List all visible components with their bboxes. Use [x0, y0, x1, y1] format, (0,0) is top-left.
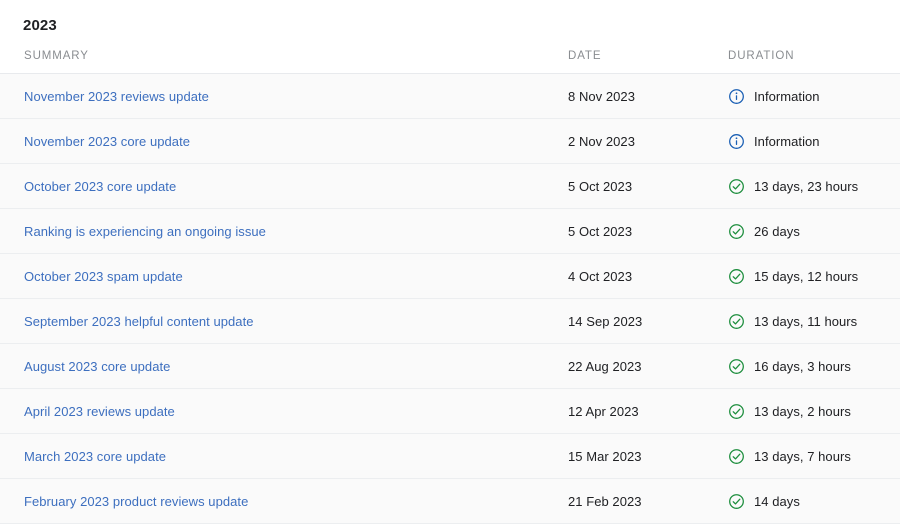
duration-label: Information: [754, 88, 820, 104]
update-link[interactable]: March 2023 core update: [24, 449, 166, 464]
info-circle-icon: [728, 133, 745, 150]
cell-date: 15 Mar 2023: [554, 433, 728, 479]
table-row[interactable]: November 2023 reviews update 8 Nov 2023 In…: [0, 73, 900, 119]
cell-date: 5 Oct 2023: [554, 163, 728, 209]
cell-duration: 13 days, 11 hours: [728, 298, 900, 344]
table-row[interactable]: September 2023 helpful content update 14 …: [0, 298, 900, 344]
check-circle-icon: [728, 223, 745, 240]
cell-duration: 15 days, 12 hours: [728, 253, 900, 299]
cell-duration: Information: [728, 73, 900, 119]
ranking-updates-page: 2023 SUMMARY DATE DURATION November 2023…: [0, 0, 900, 524]
table-row[interactable]: April 2023 reviews update 12 Apr 2023 13 d…: [0, 388, 900, 434]
duration-label: 15 days, 12 hours: [754, 268, 859, 284]
cell-summary: March 2023 core update: [0, 433, 554, 479]
update-link[interactable]: November 2023 core update: [24, 134, 190, 149]
check-circle-icon: [728, 493, 745, 510]
check-circle-icon: [728, 178, 745, 195]
update-link[interactable]: November 2023 reviews update: [24, 89, 209, 104]
update-link[interactable]: September 2023 helpful content update: [24, 314, 254, 329]
column-header-duration: DURATION: [728, 50, 900, 74]
duration-wrapper: 15 days, 12 hours: [728, 268, 900, 285]
check-circle-icon: [728, 403, 745, 420]
cell-duration: 13 days, 7 hours: [728, 433, 900, 479]
table-row[interactable]: August 2023 core update 22 Aug 2023 16 day…: [0, 343, 900, 389]
cell-date: 5 Oct 2023: [554, 208, 728, 254]
cell-summary: August 2023 core update: [0, 343, 554, 389]
duration-label: 13 days, 7 hours: [754, 448, 851, 464]
duration-label: 16 days, 3 hours: [754, 358, 851, 374]
cell-summary: October 2023 core update: [0, 163, 554, 209]
update-link[interactable]: April 2023 reviews update: [24, 404, 175, 419]
update-link[interactable]: October 2023 spam update: [24, 269, 183, 284]
check-circle-icon: [728, 358, 745, 375]
duration-label: 13 days, 11 hours: [754, 313, 858, 329]
check-circle-icon: [728, 448, 745, 465]
duration-wrapper: 13 days, 11 hours: [728, 313, 900, 330]
update-link[interactable]: Ranking is experiencing an ongoing issue: [24, 224, 266, 239]
table-row[interactable]: October 2023 core update 5 Oct 2023 13 day…: [0, 163, 900, 209]
update-link[interactable]: February 2023 product reviews update: [24, 494, 248, 509]
ranking-updates-table: SUMMARY DATE DURATION November 2023 revi…: [0, 50, 900, 524]
page-title: 2023: [23, 17, 57, 34]
cell-duration: 26 days: [728, 208, 900, 254]
check-circle-icon: [728, 268, 745, 285]
update-link[interactable]: October 2023 core update: [24, 179, 176, 194]
duration-wrapper: 14 days: [728, 493, 900, 510]
duration-wrapper: 13 days, 23 hours: [728, 178, 900, 195]
cell-duration: 13 days, 23 hours: [728, 163, 900, 209]
cell-summary: April 2023 reviews update: [0, 388, 554, 434]
duration-wrapper: 16 days, 3 hours: [728, 358, 900, 375]
duration-label: Information: [754, 133, 820, 149]
duration-wrapper: Information: [728, 88, 900, 105]
table-body: November 2023 reviews update 8 Nov 2023 In…: [0, 73, 900, 524]
column-header-summary: SUMMARY: [0, 50, 554, 74]
duration-label: 26 days: [754, 223, 800, 239]
cell-duration: 16 days, 3 hours: [728, 343, 900, 389]
duration-wrapper: Information: [728, 133, 900, 150]
cell-date: 22 Aug 2023: [554, 343, 728, 389]
update-link[interactable]: August 2023 core update: [24, 359, 170, 374]
cell-summary: November 2023 reviews update: [0, 73, 554, 119]
cell-date: 4 Oct 2023: [554, 253, 728, 299]
duration-label: 13 days, 23 hours: [754, 178, 859, 194]
cell-date: 8 Nov 2023: [554, 73, 728, 119]
cell-summary: November 2023 core update: [0, 118, 554, 164]
cell-date: 2 Nov 2023: [554, 118, 728, 164]
duration-label: 13 days, 2 hours: [754, 403, 851, 419]
info-circle-icon: [728, 88, 745, 105]
cell-summary: September 2023 helpful content update: [0, 298, 554, 344]
duration-wrapper: 13 days, 2 hours: [728, 403, 900, 420]
table-row[interactable]: Ranking is experiencing an ongoing issue…: [0, 208, 900, 254]
duration-wrapper: 13 days, 7 hours: [728, 448, 900, 465]
table-row[interactable]: October 2023 spam update 4 Oct 2023 15 day…: [0, 253, 900, 299]
cell-date: 14 Sep 2023: [554, 298, 728, 344]
duration-label: 14 days: [754, 493, 800, 509]
duration-wrapper: 26 days: [728, 223, 900, 240]
table-row[interactable]: March 2023 core update 15 Mar 2023 13 days…: [0, 433, 900, 479]
table-row[interactable]: November 2023 core update 2 Nov 2023 Infor…: [0, 118, 900, 164]
cell-duration: 13 days, 2 hours: [728, 388, 900, 434]
table-header: SUMMARY DATE DURATION: [0, 50, 900, 74]
table-header-row: SUMMARY DATE DURATION: [0, 50, 900, 74]
cell-date: 12 Apr 2023: [554, 388, 728, 434]
cell-summary: Ranking is experiencing an ongoing issue: [0, 208, 554, 254]
cell-duration: Information: [728, 118, 900, 164]
check-circle-icon: [728, 313, 745, 330]
column-header-date: DATE: [554, 50, 728, 74]
cell-summary: October 2023 spam update: [0, 253, 554, 299]
